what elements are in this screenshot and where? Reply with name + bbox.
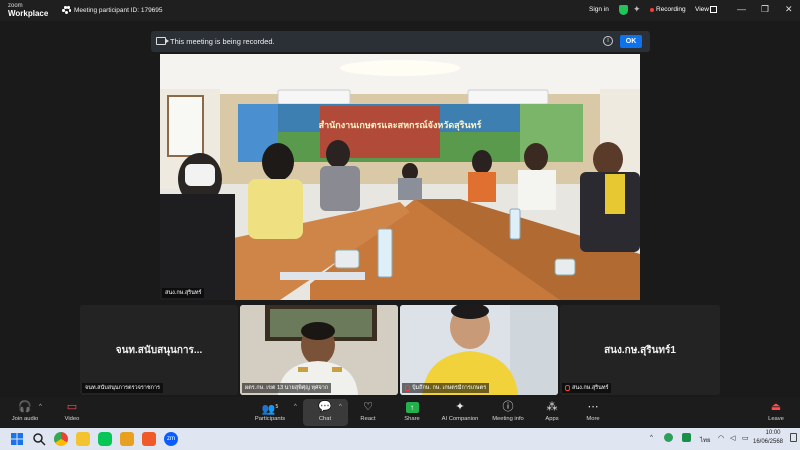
windows-start-icon[interactable] <box>10 432 24 446</box>
participant-tile-2[interactable]: ผตร.กษ. เขต 13 นายสุพิศุญ หุศจาก <box>240 305 398 395</box>
react-label: React <box>360 416 376 422</box>
windows-taskbar: zm ^ ไทย ◠ ◁ ▭ 10:00 16/06/2568 <box>0 428 800 450</box>
ai-sparkle-icon[interactable]: ✦ <box>633 4 641 15</box>
participant-tile-1[interactable]: จนท.สนับสนุนการ... จนท.สนับสนุนการตรวจรา… <box>80 305 238 395</box>
participants-caret-icon[interactable]: ^ <box>294 404 297 410</box>
brand-workplace: Workplace <box>8 9 49 18</box>
title-bar: zoom Workplace Meeting participant ID: 1… <box>0 0 800 21</box>
leave-button[interactable]: ⏏ Leave <box>754 400 798 422</box>
chrome-icon[interactable] <box>54 432 68 446</box>
chat-label: Chat <box>318 416 332 422</box>
info-icon[interactable]: i <box>603 36 613 46</box>
video-label: Video <box>64 416 80 422</box>
participant-tile-3[interactable]: ปุ้มถึกษ. กษ. เกษตรมีการเกษตร <box>400 305 558 395</box>
more-button[interactable]: ⋯ More <box>571 400 615 422</box>
ai-companion-label: AI Companion <box>441 416 479 422</box>
more-label: More <box>586 416 600 422</box>
meeting-id[interactable]: Meeting participant ID: 179695 <box>62 6 163 14</box>
participant-name-text: สนง.กษ.สุรินทร์ <box>572 385 609 391</box>
zoom-meeting-window: zoom Workplace Meeting participant ID: 1… <box>0 0 800 450</box>
participant-name-text: ปุ้มถึกษ. กษ. เกษตรมีการเกษตร <box>412 385 487 391</box>
tray-app-icon[interactable] <box>664 433 673 442</box>
tray-app-icon-2[interactable] <box>682 433 691 442</box>
wifi-icon[interactable]: ◠ <box>718 434 724 442</box>
zoom-taskbar-icon[interactable]: zm <box>164 432 178 446</box>
search-icon[interactable] <box>32 432 46 446</box>
view-grid-icon[interactable] <box>710 6 717 13</box>
main-video-name-tag: สนง.กษ.สุรินทร์ <box>162 288 205 298</box>
meeting-info-label: Meeting info <box>492 416 524 422</box>
meeting-id-text: Meeting participant ID: 179695 <box>74 6 163 14</box>
app-icon[interactable] <box>120 432 134 446</box>
join-audio-label: Join audio <box>11 416 39 422</box>
paw-icon <box>62 6 71 14</box>
react-button[interactable]: ♡ React <box>346 400 390 422</box>
participant-name-tag: ผตร.กษ. เขต 13 นายสุพิศุญ หุศจาก <box>242 383 332 393</box>
main-speaker-video[interactable]: สำนักงานเกษตรและสหกรณ์จังหวัดสุรินทร์ สน… <box>160 54 640 300</box>
security-shield-icon[interactable] <box>619 5 628 15</box>
leave-label: Leave <box>768 416 784 422</box>
view-button[interactable]: View <box>695 6 709 13</box>
participants-icon: 👥5 <box>261 403 279 416</box>
participants-label: Participants <box>254 416 286 422</box>
ai-companion-icon: ✦ <box>455 401 465 413</box>
clock-time[interactable]: 10:00 <box>757 430 789 436</box>
video-button[interactable]: ▭ Video <box>50 400 94 422</box>
meeting-room-image: สำนักงานเกษตรและสหกรณ์จังหวัดสุรินทร์ <box>160 54 640 300</box>
participant-tile-4[interactable]: สนง.กษ.สุรินทร์1 สนง.กษ.สุรินทร์ <box>560 305 720 395</box>
room-sign-text: สำนักงานเกษตรและสหกรณ์จังหวัดสุรินทร์ <box>319 119 482 131</box>
file-explorer-icon[interactable] <box>76 432 90 446</box>
info-circle-icon: ⓘ <box>502 401 514 413</box>
input-language[interactable]: ไทย <box>700 435 711 445</box>
recording-label[interactable]: Recording <box>656 6 686 13</box>
apps-label: Apps <box>545 416 559 422</box>
participants-button[interactable]: 👥5 Participants <box>248 400 292 422</box>
notification-icon[interactable] <box>790 433 797 442</box>
apps-button[interactable]: ⁂ Apps <box>530 400 574 422</box>
heart-icon: ♡ <box>363 401 373 413</box>
chat-caret-icon[interactable]: ^ <box>339 404 342 410</box>
app-icon[interactable] <box>142 432 156 446</box>
share-icon: ↑ <box>390 400 434 415</box>
participant-name-tag: จนท.สนับสนุนการตรวจราชการ <box>82 383 163 393</box>
ok-button[interactable]: OK <box>620 35 642 48</box>
ai-companion-button[interactable]: ✦ AI Companion <box>437 400 483 422</box>
participant-video-2 <box>240 305 398 395</box>
line-app-icon[interactable] <box>98 432 112 446</box>
minimize-icon[interactable]: — <box>737 4 746 14</box>
more-icon: ⋯ <box>587 401 599 413</box>
participant-display-name: จนท.สนับสนุนการ... <box>115 345 203 356</box>
participant-video-3 <box>400 305 558 395</box>
apps-icon: ⁂ <box>546 401 558 413</box>
sign-in-button[interactable]: Sign in <box>589 6 609 13</box>
close-icon[interactable]: ✕ <box>785 4 793 15</box>
recording-banner-text: This meeting is being recorded. <box>170 37 275 46</box>
mic-muted-icon <box>565 384 570 391</box>
video-off-icon: ▭ <box>66 401 78 413</box>
recording-dot-icon <box>650 8 654 12</box>
participant-display-name: สนง.กษ.สุรินทร์1 <box>604 345 676 356</box>
mic-muted-icon <box>405 384 410 391</box>
leave-icon: ⏏ <box>770 401 782 413</box>
audio-options-caret-icon[interactable]: ^ <box>39 404 42 410</box>
clock-date[interactable]: 16/06/2568 <box>747 439 789 445</box>
participant-name-tag: ปุ้มถึกษ. กษ. เกษตรมีการเกษตร <box>402 383 490 393</box>
meeting-info-button[interactable]: ⓘ Meeting info <box>486 400 530 422</box>
tray-overflow-icon[interactable]: ^ <box>650 435 653 441</box>
recording-camera-icon <box>156 37 169 45</box>
recording-banner: This meeting is being recorded. i OK <box>151 31 650 52</box>
restore-icon[interactable]: ❐ <box>761 4 769 15</box>
app-brand: zoom Workplace <box>8 2 48 18</box>
participants-count: 5 <box>275 404 279 410</box>
participant-name-tag: สนง.กษ.สุรินทร์ <box>562 383 612 393</box>
speaker-icon[interactable]: ◁ <box>730 434 735 442</box>
share-button[interactable]: ↑ Share <box>390 400 434 422</box>
share-label: Share <box>404 416 420 422</box>
